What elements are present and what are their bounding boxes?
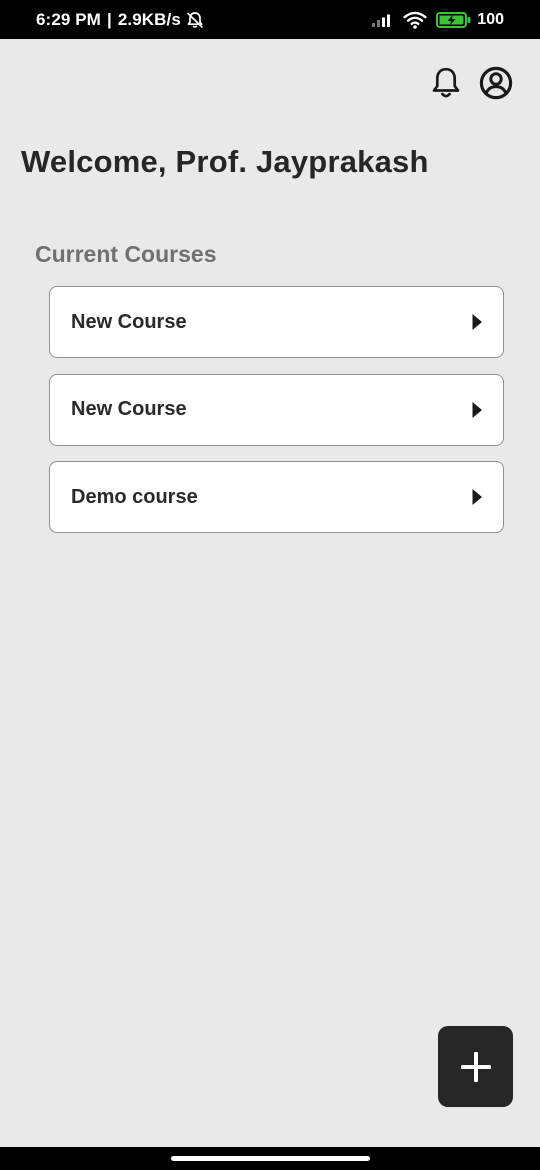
notifications-muted-icon <box>185 11 205 29</box>
add-course-button[interactable] <box>438 1026 513 1107</box>
course-name: New Course <box>71 310 187 333</box>
plus-icon <box>459 1050 493 1084</box>
bell-icon[interactable] <box>430 66 462 100</box>
battery-level: 100 <box>477 10 504 28</box>
network-speed: 2.9KB/s <box>117 9 181 29</box>
status-right: 100 <box>371 0 504 39</box>
account-circle-icon[interactable] <box>479 66 513 100</box>
system-nav-bar <box>0 1147 540 1170</box>
status-left: 6:29 PM | 2.9KB/s <box>36 0 205 39</box>
course-item[interactable]: Demo course <box>49 461 504 533</box>
status-bar: 6:29 PM | 2.9KB/s 100 <box>0 0 540 39</box>
course-item[interactable]: New Course <box>49 373 504 446</box>
welcome-title: Welcome, Prof. Jayprakash <box>21 144 429 179</box>
course-name: New Course <box>71 398 187 420</box>
wifi-icon <box>403 11 427 29</box>
course-name: Demo course <box>71 485 198 508</box>
current-courses-heading: Current Courses <box>35 241 217 267</box>
home-indicator[interactable] <box>171 1156 370 1161</box>
play-arrow-icon <box>471 488 483 506</box>
battery-charging-icon <box>436 11 472 29</box>
play-arrow-icon <box>471 401 483 419</box>
status-time: 6:29 PM <box>36 9 101 29</box>
course-list: New Course New Course Demo course <box>49 286 504 549</box>
play-arrow-icon <box>471 313 483 331</box>
status-separator: | <box>106 9 112 29</box>
course-item[interactable]: New Course <box>49 286 504 358</box>
signal-icon <box>371 13 394 27</box>
